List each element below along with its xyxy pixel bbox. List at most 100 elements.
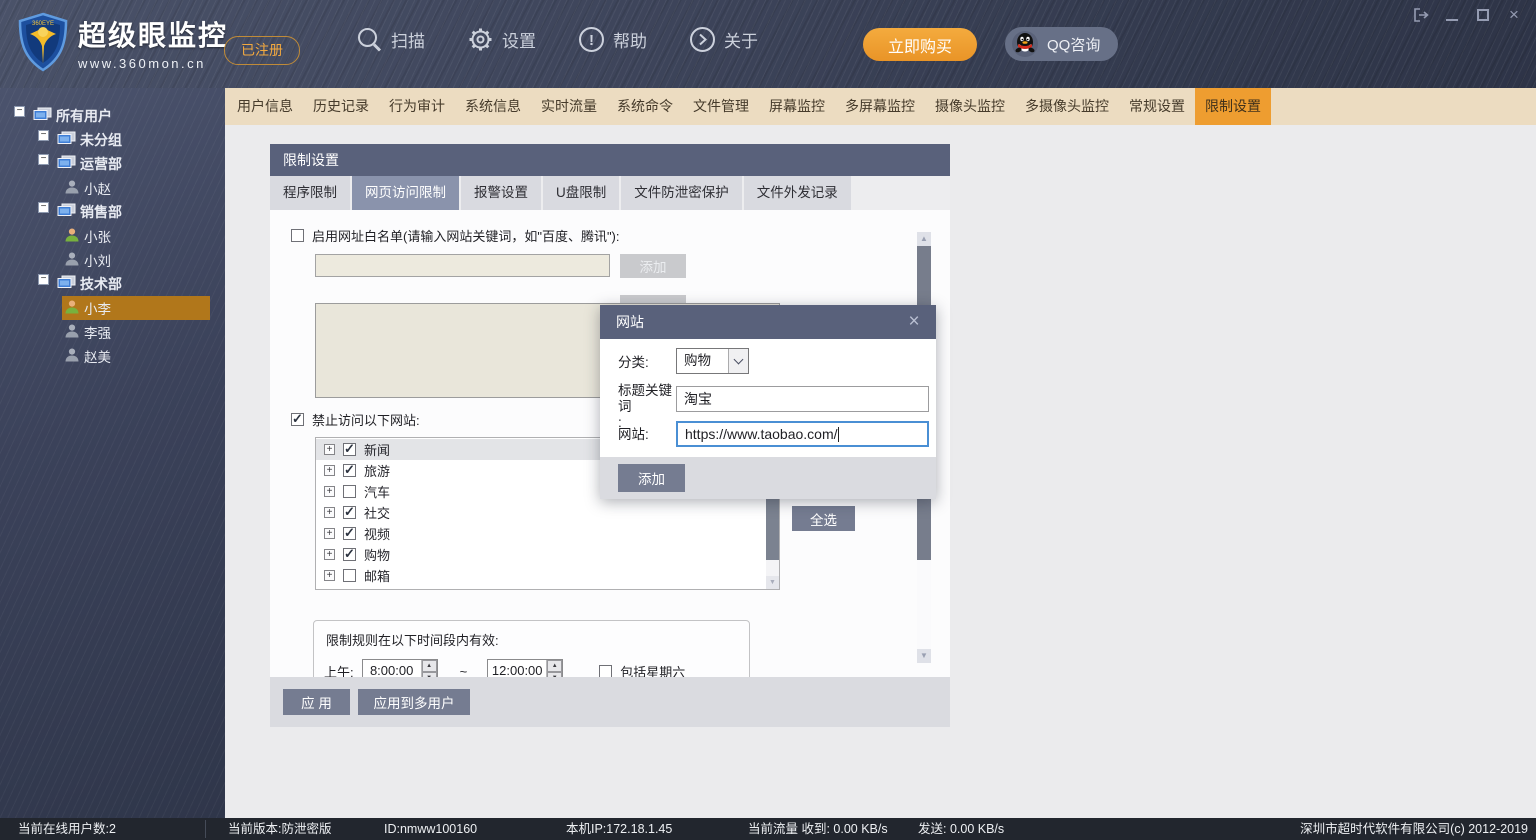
- expand-icon[interactable]: +: [324, 570, 335, 581]
- category-checkbox[interactable]: [343, 527, 356, 540]
- expand-icon[interactable]: +: [324, 507, 335, 518]
- spin-down-icon[interactable]: ▼: [422, 672, 437, 677]
- tree-item[interactable]: 小李: [0, 296, 225, 320]
- main-tab[interactable]: 行为审计: [379, 88, 455, 125]
- expand-icon[interactable]: +: [324, 486, 335, 497]
- select-all-button[interactable]: 全选: [792, 506, 855, 531]
- category-checkbox[interactable]: [343, 506, 356, 519]
- category-dropdown[interactable]: 购物: [676, 348, 749, 374]
- dialog-title: 网站: [616, 314, 644, 330]
- qq-consult-button[interactable]: QQ咨询: [1005, 27, 1118, 61]
- spin-down-icon[interactable]: ▼: [547, 672, 562, 677]
- apply-multi-user-button[interactable]: 应用到多用户: [358, 689, 470, 715]
- group-icon: [57, 131, 76, 149]
- main-tab[interactable]: 用户信息: [227, 88, 303, 125]
- expand-icon[interactable]: +: [324, 465, 335, 476]
- close-button[interactable]: ×: [1506, 7, 1522, 23]
- tree-item[interactable]: 赵美: [0, 344, 225, 368]
- sub-tab[interactable]: 程序限制: [270, 176, 350, 210]
- blacklist-checkbox[interactable]: [291, 413, 304, 426]
- text-caret: [838, 427, 839, 442]
- sub-tab[interactable]: 文件防泄密保护: [621, 176, 742, 210]
- category-row[interactable]: + 社交: [316, 502, 766, 523]
- tree-item[interactable]: 小刘: [0, 248, 225, 272]
- whitelist-label: 启用网址白名单(请输入网站关键词，如"百度、腾讯"):: [312, 226, 620, 245]
- tree-item[interactable]: 李强: [0, 320, 225, 344]
- category-row[interactable]: +: [316, 586, 766, 590]
- tree-item[interactable]: 小赵: [0, 176, 225, 200]
- dropdown-arrow-icon[interactable]: [728, 349, 748, 373]
- whitelist-input[interactable]: [315, 254, 610, 277]
- scroll-down-icon[interactable]: ▼: [917, 649, 931, 663]
- main-tab[interactable]: 限制设置: [1195, 88, 1271, 125]
- tree-item[interactable]: − 所有用户: [0, 104, 225, 128]
- category-checkbox[interactable]: [343, 464, 356, 477]
- online-count: 当前在线用户数:2: [18, 818, 116, 840]
- header-nav: 扫描 设置 ! 帮助 关于: [356, 26, 758, 53]
- copyright: 深圳市超时代软件有限公司(c) 2012-2019: [1300, 818, 1528, 840]
- collapse-icon[interactable]: −: [38, 274, 49, 285]
- scroll-up-icon[interactable]: ▲: [917, 232, 931, 246]
- saturday-checkbox[interactable]: [599, 665, 612, 678]
- header-nav-item[interactable]: 关于: [689, 26, 758, 53]
- main-tab[interactable]: 摄像头监控: [925, 88, 1015, 125]
- whitelist-checkbox[interactable]: [291, 229, 304, 242]
- main-tab[interactable]: 常规设置: [1119, 88, 1195, 125]
- main-tab[interactable]: 系统信息: [455, 88, 531, 125]
- whitelist-add-button[interactable]: 添加: [620, 254, 686, 278]
- main-tab[interactable]: 多摄像头监控: [1015, 88, 1119, 125]
- tree-item[interactable]: − 运营部: [0, 152, 225, 176]
- dialog-add-button[interactable]: 添加: [618, 464, 685, 492]
- main-tab[interactable]: 实时流量: [531, 88, 607, 125]
- header-nav-item[interactable]: 设置: [467, 26, 536, 53]
- category-checkbox[interactable]: [343, 548, 356, 561]
- header-nav-item[interactable]: 扫描: [356, 26, 425, 53]
- main-tab[interactable]: 文件管理: [683, 88, 759, 125]
- category-label: 新闻: [364, 440, 390, 459]
- sub-tab[interactable]: 报警设置: [461, 176, 541, 210]
- expand-icon[interactable]: +: [324, 528, 335, 539]
- sub-tab[interactable]: 文件外发记录: [744, 176, 851, 210]
- tree-item[interactable]: − 销售部: [0, 200, 225, 224]
- main-tab[interactable]: 屏幕监控: [759, 88, 835, 125]
- sub-tab[interactable]: 网页访问限制: [352, 176, 459, 210]
- expand-icon[interactable]: +: [324, 549, 335, 560]
- collapse-icon[interactable]: −: [38, 130, 49, 141]
- main-tab[interactable]: 系统命令: [607, 88, 683, 125]
- website-dialog: 网站 × 分类: 购物 标题关键词 : 淘宝 网站: https://www.t…: [600, 305, 936, 499]
- main-tab[interactable]: 历史记录: [303, 88, 379, 125]
- main-tab[interactable]: 多屏幕监控: [835, 88, 925, 125]
- user-icon: [64, 227, 80, 246]
- tree-item[interactable]: − 技术部: [0, 272, 225, 296]
- tree-item[interactable]: − 未分组: [0, 128, 225, 152]
- scroll-down-icon[interactable]: ▼: [766, 576, 779, 589]
- period-label: 上午:: [324, 662, 354, 678]
- header-nav-item[interactable]: ! 帮助: [578, 26, 647, 53]
- keyword-input[interactable]: 淘宝: [676, 386, 929, 412]
- svg-text:360EYE: 360EYE: [32, 21, 54, 27]
- expand-icon[interactable]: +: [324, 444, 335, 455]
- minimize-button[interactable]: [1444, 7, 1460, 23]
- spin-up-icon[interactable]: ▲: [422, 660, 437, 672]
- category-row[interactable]: + 视频: [316, 523, 766, 544]
- url-input[interactable]: https://www.taobao.com/: [676, 421, 929, 447]
- collapse-icon[interactable]: −: [38, 154, 49, 165]
- apply-button[interactable]: 应 用: [283, 689, 350, 715]
- end-time-spinner[interactable]: 12:00:00 ▲▼: [487, 659, 563, 677]
- collapse-icon[interactable]: −: [38, 202, 49, 213]
- maximize-button[interactable]: [1475, 7, 1491, 23]
- collapse-icon[interactable]: −: [14, 106, 25, 117]
- category-row[interactable]: + 购物: [316, 544, 766, 565]
- dialog-close-icon[interactable]: ×: [902, 305, 926, 339]
- spin-up-icon[interactable]: ▲: [547, 660, 562, 672]
- buy-now-button[interactable]: 立即购买: [863, 28, 977, 61]
- blacklist-label: 禁止访问以下网站:: [312, 410, 420, 429]
- sub-tab[interactable]: U盘限制: [543, 176, 619, 210]
- category-row[interactable]: + 邮箱: [316, 565, 766, 586]
- logout-icon[interactable]: [1413, 7, 1429, 23]
- category-checkbox[interactable]: [343, 485, 356, 498]
- start-time-spinner[interactable]: 8:00:00 ▲▼: [362, 659, 438, 677]
- category-checkbox[interactable]: [343, 569, 356, 582]
- category-checkbox[interactable]: [343, 443, 356, 456]
- tree-item[interactable]: 小张: [0, 224, 225, 248]
